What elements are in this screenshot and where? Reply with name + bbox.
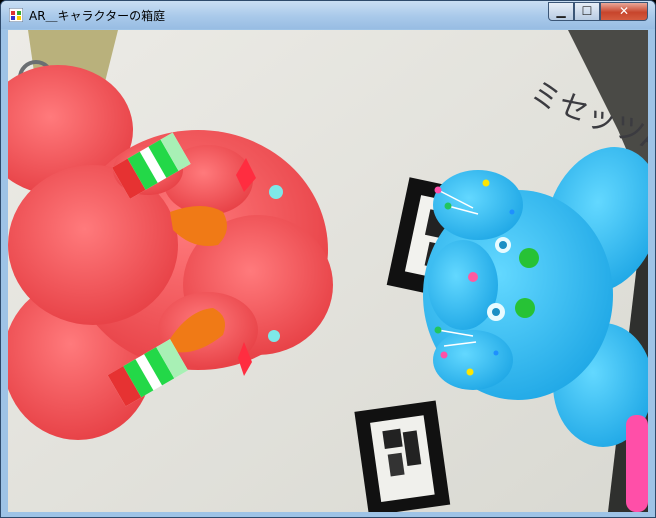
app-window: AR＿キャラクターの箱庭 ▁ ☐ ✕ ミセッツAR (0, 0, 656, 518)
app-icon (9, 8, 23, 22)
ar-marker-bottom (354, 400, 451, 512)
minimize-button[interactable]: ▁ (548, 2, 574, 21)
close-icon: ✕ (618, 4, 630, 18)
close-button[interactable]: ✕ (600, 2, 648, 21)
window-title: AR＿キャラクターの箱庭 (29, 9, 166, 23)
maximize-icon: ☐ (581, 4, 593, 18)
minimize-icon: ▁ (556, 4, 566, 18)
camera-viewport[interactable]: ミセッツAR (8, 30, 648, 512)
title-bar[interactable]: AR＿キャラクターの箱庭 ▁ ☐ ✕ (1, 1, 655, 29)
pink-leg (626, 415, 648, 512)
ar-scene: ミセッツAR (8, 30, 648, 512)
maximize-button[interactable]: ☐ (574, 2, 600, 21)
